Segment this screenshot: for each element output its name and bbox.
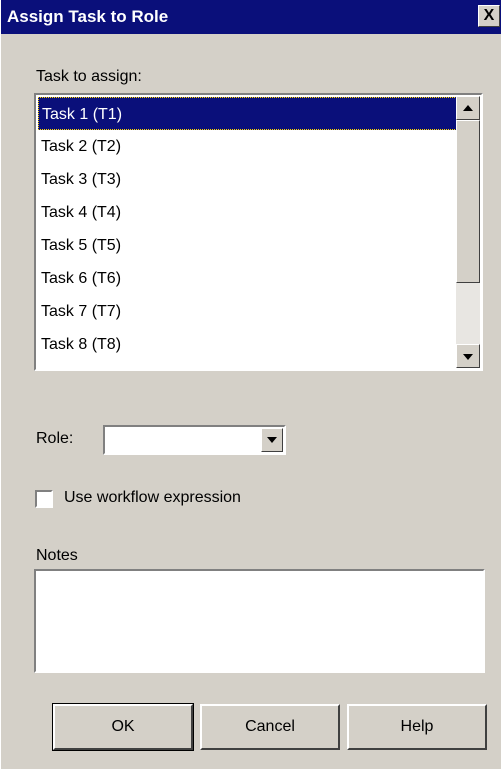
help-button[interactable]: Help [347,704,487,750]
scroll-thumb[interactable] [456,120,480,283]
workflow-checkbox-label[interactable]: Use workflow expression [64,489,241,507]
list-item-task-2[interactable]: Task 2 (T2) [38,130,457,163]
close-icon: X [483,7,495,24]
scroll-down-button[interactable] [456,344,480,368]
list-item-task-4[interactable]: Task 4 (T4) [38,196,457,229]
arrow-down-icon [463,354,473,360]
list-item-task-8[interactable]: Task 8 (T8) [38,328,457,361]
workflow-checkbox[interactable] [35,490,53,508]
task-list-label: Task to assign: [36,68,142,85]
arrow-up-icon [463,105,473,111]
list-item-task-1[interactable]: Task 1 (T1) [38,97,457,130]
list-item-task-3[interactable]: Task 3 (T3) [38,163,457,196]
role-dropdown[interactable] [103,425,286,455]
dialog-title: Assign Task to Role [7,7,169,26]
scroll-up-button[interactable] [456,96,480,120]
notes-label: Notes [36,547,78,564]
list-item-task-5[interactable]: Task 5 (T5) [38,229,457,262]
task-listbox[interactable]: Task 1 (T1) Task 2 (T2) Task 3 (T3) Task… [34,93,483,371]
close-button[interactable]: X [478,5,500,27]
notes-textarea[interactable] [34,569,485,673]
list-item-task-6[interactable]: Task 6 (T6) [38,262,457,295]
list-item-task-7[interactable]: Task 7 (T7) [38,295,457,328]
title-bar[interactable]: Assign Task to Role X [1,0,501,34]
chevron-down-icon [267,437,277,443]
ok-button[interactable]: OK [52,703,194,751]
cancel-button[interactable]: Cancel [200,704,340,750]
task-list-items: Task 1 (T1) Task 2 (T2) Task 3 (T3) Task… [38,97,457,361]
task-list-scrollbar[interactable] [456,96,480,368]
assign-task-dialog: Assign Task to Role X Task to assign: Ta… [0,0,501,769]
role-dropdown-button[interactable] [261,428,283,452]
role-label: Role: [36,430,74,447]
